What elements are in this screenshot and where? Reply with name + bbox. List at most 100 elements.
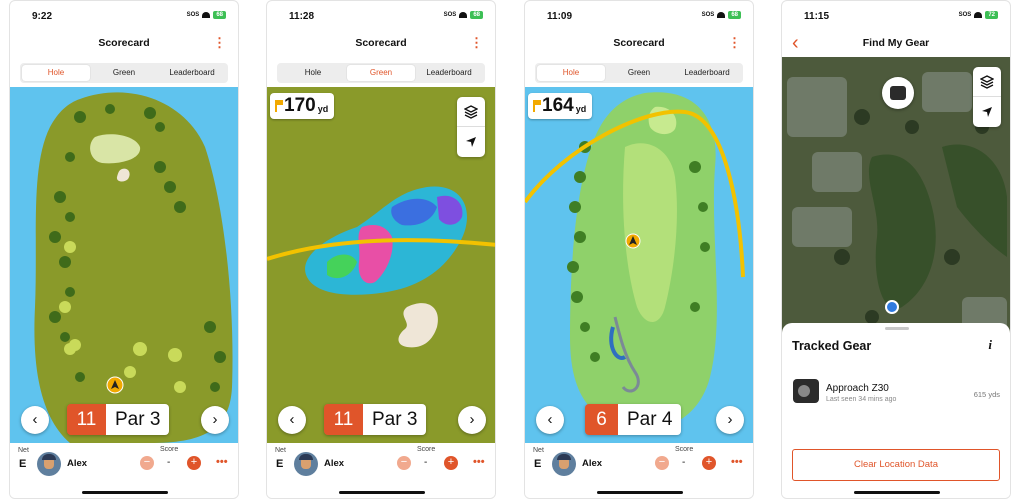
tab-green[interactable]: Green — [347, 65, 415, 81]
sos-label: SOS — [958, 12, 972, 18]
decrease-score-button[interactable]: − — [655, 456, 669, 470]
net-label: Net — [18, 447, 29, 454]
tab-leaderboard[interactable]: Leaderboard — [415, 65, 483, 81]
more-options-icon[interactable]: ••• — [473, 456, 485, 468]
status-time: 11:09 — [547, 11, 573, 22]
chevron-left-icon: ‹ — [547, 411, 553, 428]
page-title: Find My Gear — [862, 37, 930, 49]
tab-leaderboard[interactable]: Leaderboard — [158, 65, 226, 81]
net-label: Net — [275, 447, 286, 454]
location-arrow-icon — [466, 137, 476, 147]
more-options-icon[interactable]: ••• — [216, 456, 228, 468]
score-value: - — [424, 457, 428, 468]
layers-button[interactable] — [973, 67, 1001, 97]
chevron-left-icon: ‹ — [32, 411, 38, 428]
tab-green[interactable]: Green — [90, 65, 158, 81]
more-menu-icon[interactable]: ⋮ — [728, 31, 741, 55]
par-label: Par 4 — [618, 404, 682, 435]
increase-score-button[interactable]: + — [702, 456, 716, 470]
wifi-icon — [202, 12, 211, 18]
yardage-value: 170 — [284, 95, 316, 116]
net-value: E — [276, 458, 284, 470]
info-icon[interactable]: i — [988, 337, 992, 353]
hole-map[interactable] — [525, 87, 753, 443]
avatar — [552, 452, 576, 476]
previous-hole-button[interactable]: ‹ — [278, 406, 306, 434]
page-title: Scorecard — [613, 37, 665, 49]
next-hole-button[interactable]: › — [458, 406, 486, 434]
sos-label: SOS — [186, 12, 200, 18]
next-hole-button[interactable]: › — [201, 406, 229, 434]
layers-button[interactable] — [457, 97, 485, 127]
layers-icon — [464, 104, 478, 119]
status-time: 9:22 — [32, 11, 53, 22]
score-value: - — [682, 457, 686, 468]
tab-leaderboard[interactable]: Leaderboard — [673, 65, 741, 81]
wifi-icon — [974, 12, 983, 18]
score-value: - — [167, 457, 171, 468]
status-bar: 11:15 SOS 72 — [782, 1, 1010, 29]
home-indicator — [597, 491, 683, 494]
status-icons: SOS 68 — [187, 11, 226, 19]
find-my-gear-screen: 11:15 SOS 72 ‹ Find My Gear Tracked Gear… — [781, 0, 1011, 499]
battery-icon: 68 — [728, 11, 741, 19]
status-bar: 11:09 SOS 68 — [525, 1, 753, 29]
yardage-indicator: 164 yd — [528, 93, 593, 119]
chevron-left-icon: ‹ — [289, 411, 295, 428]
hole-number: 6 — [585, 404, 618, 435]
rangefinder-icon — [890, 86, 906, 100]
scorecard-green-screen: 11:28 SOS 68 Scorecard ⋮ Hole Green Lead… — [266, 0, 496, 499]
tab-green[interactable]: Green — [605, 65, 673, 81]
status-bar: 11:28 SOS 68 — [267, 1, 495, 29]
clear-location-data-button[interactable]: Clear Location Data — [792, 449, 1000, 481]
status-icons: SOS 68 — [702, 11, 741, 19]
sheet-grabber[interactable] — [885, 327, 909, 330]
gear-name[interactable]: Approach Z30 — [826, 383, 889, 394]
more-menu-icon[interactable]: ⋮ — [470, 31, 483, 55]
score-label: Score — [160, 446, 179, 453]
increase-score-button[interactable]: + — [187, 456, 201, 470]
par-label: Par 3 — [363, 404, 427, 435]
net-label: Net — [533, 447, 544, 454]
decrease-score-button[interactable]: − — [397, 456, 411, 470]
yardage-unit: yd — [317, 104, 329, 114]
increase-score-button[interactable]: + — [444, 456, 458, 470]
gear-location-marker[interactable] — [882, 77, 914, 109]
hole-info: 6 Par 4 — [585, 404, 682, 435]
next-hole-button[interactable]: › — [716, 406, 744, 434]
hole-map[interactable] — [10, 87, 238, 443]
tab-hole[interactable]: Hole — [22, 65, 90, 81]
hole-number: 11 — [67, 404, 106, 435]
battery-icon: 68 — [470, 11, 483, 19]
locate-button[interactable] — [457, 127, 485, 157]
hole-info: 11 Par 3 — [67, 404, 170, 435]
previous-hole-button[interactable]: ‹ — [536, 406, 564, 434]
net-value: E — [19, 458, 27, 470]
avatar — [37, 452, 61, 476]
scorecard-par4-screen: 11:09 SOS 68 Scorecard ⋮ Hole Green Lead… — [524, 0, 754, 499]
previous-hole-button[interactable]: ‹ — [21, 406, 49, 434]
view-segmented-control: Hole Green Leaderboard — [277, 63, 485, 83]
player-name: Alex — [67, 458, 88, 469]
decrease-score-button[interactable]: − — [140, 456, 154, 470]
hole-number: 11 — [324, 404, 363, 435]
layers-icon — [980, 74, 994, 89]
more-menu-icon[interactable]: ⋮ — [213, 31, 226, 55]
locate-button[interactable] — [973, 97, 1001, 127]
more-options-icon[interactable]: ••• — [731, 456, 743, 468]
avatar — [294, 452, 318, 476]
home-indicator — [82, 491, 168, 494]
status-time: 11:15 — [804, 11, 830, 22]
user-location-icon — [885, 300, 899, 314]
tab-hole[interactable]: Hole — [279, 65, 347, 81]
view-segmented-control: Hole Green Leaderboard — [20, 63, 228, 83]
flag-icon — [533, 100, 541, 112]
battery-icon: 68 — [213, 11, 226, 19]
home-indicator — [854, 491, 940, 494]
chevron-right-icon: › — [727, 411, 733, 428]
sos-label: SOS — [701, 12, 715, 18]
map-tools — [457, 97, 485, 157]
location-arrow-icon — [982, 107, 992, 117]
page-title: Scorecard — [355, 37, 407, 49]
tab-hole[interactable]: Hole — [537, 65, 605, 81]
